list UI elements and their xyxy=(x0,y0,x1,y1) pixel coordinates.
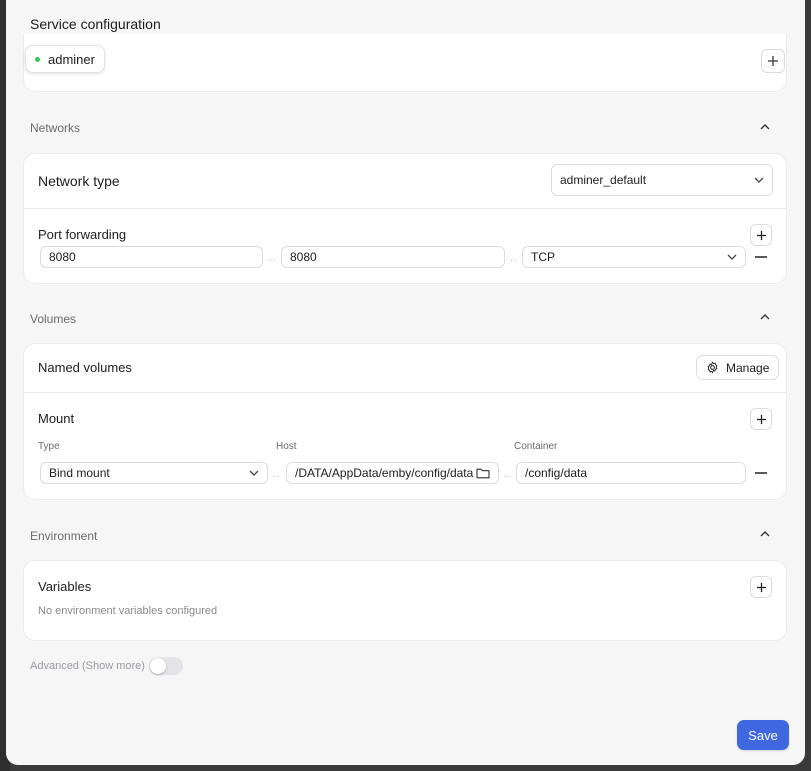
protocol-select[interactable]: TCP xyxy=(522,246,746,268)
service-config-title: Service configuration xyxy=(30,16,161,32)
mount-host-value: /DATA/AppData/emby/config/data xyxy=(295,466,474,480)
protocol-value: TCP xyxy=(531,250,555,264)
mount-label: Mount xyxy=(38,411,75,426)
remove-port-button[interactable] xyxy=(753,249,769,265)
chevron-down-icon xyxy=(754,177,764,183)
manage-button-label: Manage xyxy=(726,360,770,375)
plus-icon xyxy=(768,56,778,66)
plus-icon xyxy=(756,582,766,592)
minus-icon xyxy=(755,256,767,258)
status-dot xyxy=(35,56,40,62)
mount-separator-1: .. xyxy=(273,469,281,480)
add-service-button[interactable] xyxy=(761,49,785,73)
service-chip-label: adminer xyxy=(48,51,95,67)
add-variable-button[interactable] xyxy=(750,576,772,598)
service-chip-adminer[interactable]: adminer xyxy=(25,45,105,73)
networks-collapse-button[interactable] xyxy=(757,119,773,135)
networks-divider xyxy=(24,208,786,209)
container-port-input[interactable]: 8080 xyxy=(281,246,505,268)
mount-type-select[interactable]: Bind mount xyxy=(40,462,268,484)
mount-container-input[interactable]: /config/data xyxy=(516,462,746,484)
no-variables-text: No environment variables configured xyxy=(38,605,218,617)
toggle-knob xyxy=(150,658,166,674)
volumes-divider xyxy=(24,392,786,393)
mount-container-column: Container xyxy=(514,441,558,452)
gear-icon xyxy=(707,361,718,374)
protocol-separator: .. xyxy=(510,253,518,264)
network-type-value: adminer_default xyxy=(560,173,647,187)
mount-type-value: Bind mount xyxy=(49,466,110,480)
host-port-input[interactable]: 8080 xyxy=(40,246,263,268)
chevron-up-icon xyxy=(760,314,770,320)
plus-icon xyxy=(756,414,766,424)
folder-icon[interactable] xyxy=(476,467,490,479)
remove-mount-button[interactable] xyxy=(753,465,769,481)
networks-section-title: Networks xyxy=(30,121,81,135)
network-type-label: Network type xyxy=(38,173,120,189)
environment-collapse-button[interactable] xyxy=(757,526,773,542)
minus-icon xyxy=(755,472,767,474)
variables-label: Variables xyxy=(38,579,92,594)
service-list-card xyxy=(23,34,787,92)
chevron-up-icon xyxy=(760,124,770,130)
mount-separator-2: .. xyxy=(504,469,512,480)
plus-icon xyxy=(756,230,766,240)
environment-card xyxy=(23,560,787,641)
chevron-up-icon xyxy=(760,531,770,537)
advanced-toggle[interactable] xyxy=(149,657,183,675)
environment-section-title: Environment xyxy=(30,529,98,543)
service-config-modal: Service configuration adminer Networks N… xyxy=(6,0,805,765)
mount-type-column: Type xyxy=(38,441,60,452)
add-mount-button[interactable] xyxy=(750,408,772,430)
mount-host-input[interactable]: /DATA/AppData/emby/config/data xyxy=(286,462,499,484)
save-button[interactable]: Save xyxy=(737,720,789,750)
manage-volumes-button[interactable]: Manage xyxy=(696,355,780,380)
chevron-down-icon xyxy=(249,470,259,476)
volumes-collapse-button[interactable] xyxy=(757,309,773,325)
port-forwarding-label: Port forwarding xyxy=(38,227,127,242)
network-type-select[interactable]: adminer_default xyxy=(551,164,773,196)
chevron-down-icon xyxy=(727,254,737,260)
mount-host-column: Host xyxy=(276,441,297,452)
port-separator: .. xyxy=(269,253,277,264)
advanced-label: Advanced (Show more) xyxy=(30,660,145,672)
named-volumes-label: Named volumes xyxy=(38,360,132,375)
volumes-section-title: Volumes xyxy=(30,312,77,326)
add-port-button[interactable] xyxy=(750,224,772,246)
